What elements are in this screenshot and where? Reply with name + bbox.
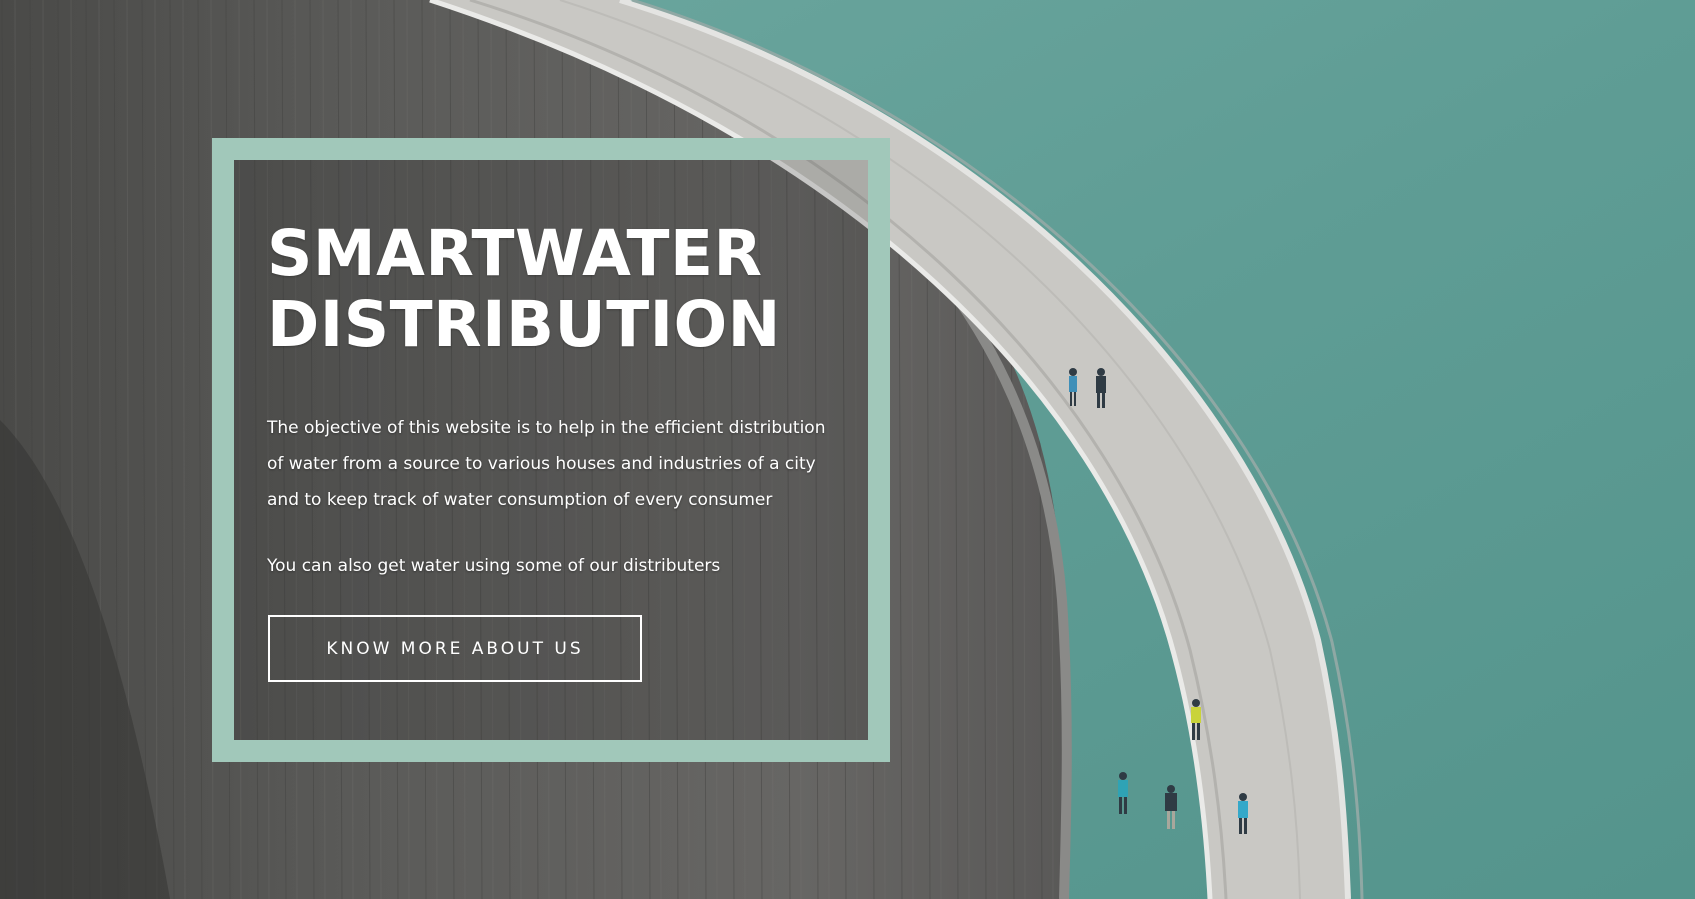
know-more-button[interactable]: KNOW MORE ABOUT US bbox=[268, 615, 642, 682]
hero-description: The objective of this website is to help… bbox=[267, 418, 826, 510]
hero-title-line-2: DISTRIBUTION bbox=[267, 288, 781, 361]
hero-subtext: You can also get water using some of our… bbox=[267, 556, 721, 576]
hero-title: SMARTWATER DISTRIBUTION bbox=[267, 218, 781, 360]
hero-title-line-1: SMARTWATER bbox=[267, 217, 763, 290]
